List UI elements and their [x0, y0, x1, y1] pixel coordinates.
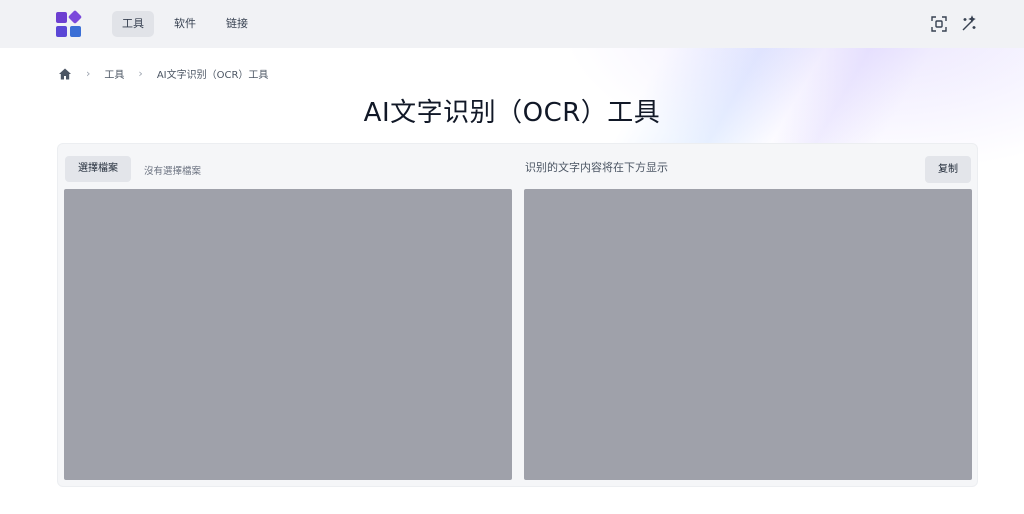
main-nav: 工具 软件 链接	[112, 11, 258, 37]
nav-item-links[interactable]: 链接	[216, 11, 258, 37]
result-hint-text: 识别的文字内容将在下方显示	[525, 161, 668, 174]
page-title: AI文字识别（OCR）工具	[363, 98, 661, 128]
nav-item-tools[interactable]: 工具	[112, 11, 154, 37]
breadcrumb: › 工具 › AI文字识别（OCR）工具	[58, 66, 268, 81]
home-icon[interactable]	[58, 67, 72, 81]
breadcrumb-item-current: AI文字识别（OCR）工具	[156, 70, 269, 81]
magic-wand-icon[interactable]	[960, 15, 978, 33]
scan-icon[interactable]	[930, 15, 948, 33]
chevron-right-icon: ›	[138, 67, 143, 80]
breadcrumb-item-tools[interactable]: 工具	[104, 66, 124, 81]
ocr-result-textarea[interactable]	[524, 189, 972, 480]
top-navigation-bar: 工具 软件 链接	[0, 0, 1024, 48]
image-preview-area[interactable]	[64, 189, 512, 480]
nav-item-software[interactable]: 软件	[164, 11, 206, 37]
site-logo[interactable]	[56, 9, 83, 38]
chevron-right-icon: ›	[86, 67, 91, 80]
selected-file-status: 沒有選擇檔案	[144, 166, 202, 177]
ocr-tool-panel: 選擇檔案 沒有選擇檔案 识别的文字内容将在下方显示 复制	[57, 143, 978, 487]
choose-file-button[interactable]: 選擇檔案	[65, 156, 131, 182]
copy-button[interactable]: 复制	[925, 156, 971, 183]
top-icon-group	[930, 15, 978, 33]
